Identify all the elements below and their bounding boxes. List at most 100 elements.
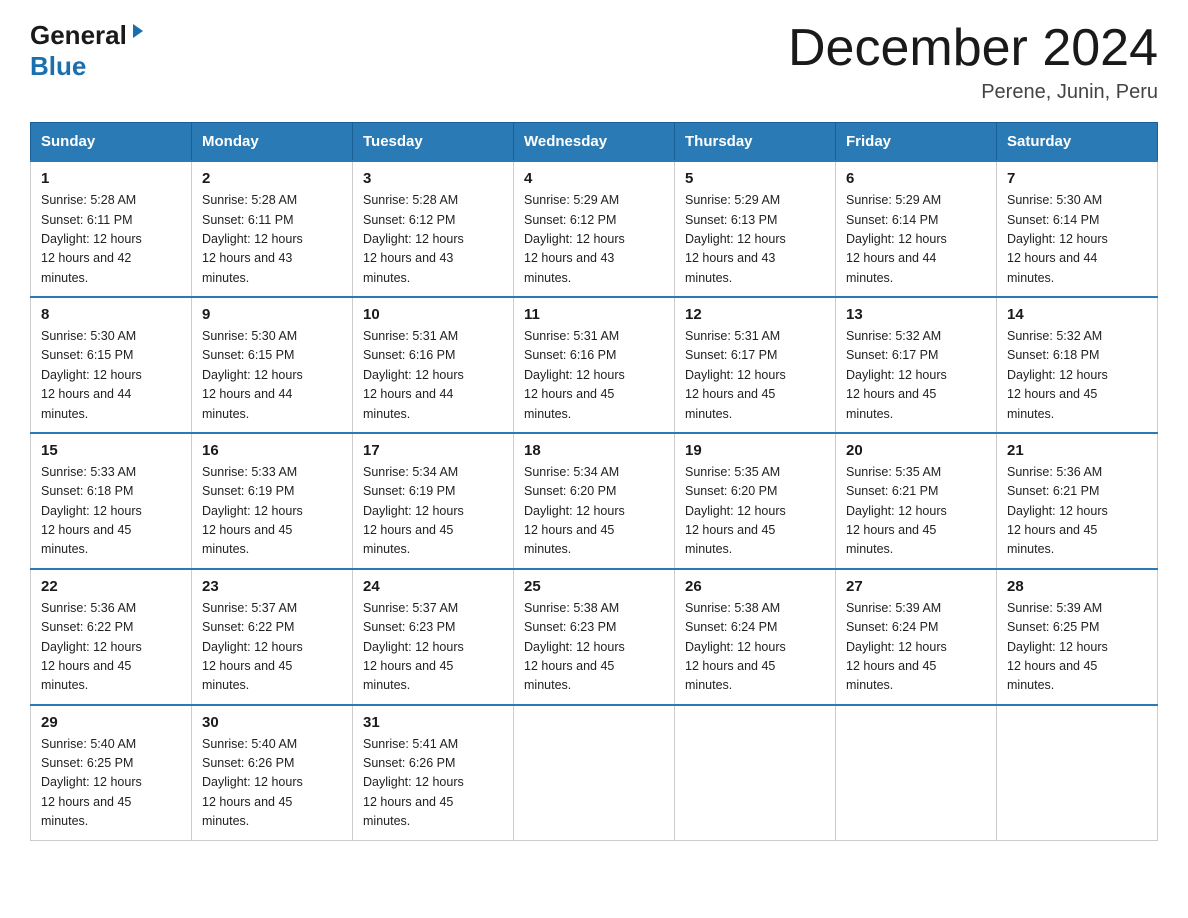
calendar-cell: 27 Sunrise: 5:39 AMSunset: 6:24 PMDayligh…	[836, 569, 997, 705]
day-info: Sunrise: 5:35 AMSunset: 6:21 PMDaylight:…	[846, 463, 986, 560]
day-info: Sunrise: 5:30 AMSunset: 6:15 PMDaylight:…	[202, 327, 342, 424]
day-number: 2	[202, 170, 342, 187]
day-info: Sunrise: 5:36 AMSunset: 6:22 PMDaylight:…	[41, 599, 181, 696]
day-number: 14	[1007, 306, 1147, 323]
day-number: 12	[685, 306, 825, 323]
day-info: Sunrise: 5:40 AMSunset: 6:25 PMDaylight:…	[41, 735, 181, 832]
calendar-cell: 5Sunrise: 5:29 AMSunset: 6:13 PMDaylight…	[675, 161, 836, 297]
day-number: 7	[1007, 170, 1147, 187]
calendar-cell	[836, 705, 997, 840]
calendar-table: SundayMondayTuesdayWednesdayThursdayFrid…	[30, 122, 1158, 840]
calendar-cell: 10 Sunrise: 5:31 AMSunset: 6:16 PMDayligh…	[353, 297, 514, 433]
day-info: Sunrise: 5:32 AMSunset: 6:17 PMDaylight:…	[846, 327, 986, 424]
page-title: December 2024	[788, 20, 1158, 77]
day-number: 4	[524, 170, 664, 187]
calendar-cell: 26 Sunrise: 5:38 AMSunset: 6:24 PMDayligh…	[675, 569, 836, 705]
day-number: 25	[524, 578, 664, 595]
day-number: 29	[41, 714, 181, 731]
calendar-cell: 28 Sunrise: 5:39 AMSunset: 6:25 PMDayligh…	[997, 569, 1158, 705]
calendar-cell: 16 Sunrise: 5:33 AMSunset: 6:19 PMDayligh…	[192, 433, 353, 569]
subtitle: Perene, Junin, Peru	[788, 81, 1158, 104]
day-number: 11	[524, 306, 664, 323]
day-info: Sunrise: 5:31 AMSunset: 6:16 PMDaylight:…	[363, 327, 503, 424]
day-info: Sunrise: 5:39 AMSunset: 6:24 PMDaylight:…	[846, 599, 986, 696]
calendar-cell: 19Sunrise: 5:35 AMSunset: 6:20 PMDayligh…	[675, 433, 836, 569]
calendar-cell: 3Sunrise: 5:28 AMSunset: 6:12 PMDaylight…	[353, 161, 514, 297]
day-info: Sunrise: 5:30 AMSunset: 6:15 PMDaylight:…	[41, 327, 181, 424]
calendar-cell: 31 Sunrise: 5:41 AMSunset: 6:26 PMDayligh…	[353, 705, 514, 840]
day-info: Sunrise: 5:41 AMSunset: 6:26 PMDaylight:…	[363, 735, 503, 832]
day-info: Sunrise: 5:36 AMSunset: 6:21 PMDaylight:…	[1007, 463, 1147, 560]
day-number: 5	[685, 170, 825, 187]
day-number: 1	[41, 170, 181, 187]
day-info: Sunrise: 5:39 AMSunset: 6:25 PMDaylight:…	[1007, 599, 1147, 696]
calendar-cell: 6Sunrise: 5:29 AMSunset: 6:14 PMDaylight…	[836, 161, 997, 297]
day-number: 27	[846, 578, 986, 595]
calendar-cell: 1 Sunrise: 5:28 AMSunset: 6:11 PMDaylight…	[31, 161, 192, 297]
day-info: Sunrise: 5:34 AMSunset: 6:20 PMDaylight:…	[524, 463, 664, 560]
calendar-week-row: 8 Sunrise: 5:30 AMSunset: 6:15 PMDaylight…	[31, 297, 1158, 433]
day-info: Sunrise: 5:32 AMSunset: 6:18 PMDaylight:…	[1007, 327, 1147, 424]
day-info: Sunrise: 5:34 AMSunset: 6:19 PMDaylight:…	[363, 463, 503, 560]
calendar-header-row: SundayMondayTuesdayWednesdayThursdayFrid…	[31, 123, 1158, 162]
logo-arrow-icon	[129, 22, 147, 45]
calendar-cell: 24Sunrise: 5:37 AMSunset: 6:23 PMDayligh…	[353, 569, 514, 705]
day-number: 9	[202, 306, 342, 323]
day-number: 21	[1007, 442, 1147, 459]
calendar-week-row: 22 Sunrise: 5:36 AMSunset: 6:22 PMDayligh…	[31, 569, 1158, 705]
calendar-cell	[675, 705, 836, 840]
day-info: Sunrise: 5:40 AMSunset: 6:26 PMDaylight:…	[202, 735, 342, 832]
column-header-monday: Monday	[192, 123, 353, 162]
calendar-cell: 7Sunrise: 5:30 AMSunset: 6:14 PMDaylight…	[997, 161, 1158, 297]
calendar-cell: 14 Sunrise: 5:32 AMSunset: 6:18 PMDayligh…	[997, 297, 1158, 433]
day-number: 17	[363, 442, 503, 459]
day-info: Sunrise: 5:31 AMSunset: 6:17 PMDaylight:…	[685, 327, 825, 424]
logo-blue: Blue	[30, 51, 86, 82]
page-header: General Blue December 2024 Perene, Junin…	[30, 20, 1158, 104]
day-info: Sunrise: 5:38 AMSunset: 6:23 PMDaylight:…	[524, 599, 664, 696]
day-info: Sunrise: 5:28 AMSunset: 6:11 PMDaylight:…	[41, 191, 181, 288]
day-info: Sunrise: 5:33 AMSunset: 6:18 PMDaylight:…	[41, 463, 181, 560]
calendar-cell	[997, 705, 1158, 840]
calendar-cell: 13 Sunrise: 5:32 AMSunset: 6:17 PMDayligh…	[836, 297, 997, 433]
day-number: 26	[685, 578, 825, 595]
day-number: 22	[41, 578, 181, 595]
calendar-cell: 2Sunrise: 5:28 AMSunset: 6:11 PMDaylight…	[192, 161, 353, 297]
day-number: 8	[41, 306, 181, 323]
calendar-cell: 29 Sunrise: 5:40 AMSunset: 6:25 PMDayligh…	[31, 705, 192, 840]
day-number: 16	[202, 442, 342, 459]
day-number: 10	[363, 306, 503, 323]
calendar-cell	[514, 705, 675, 840]
title-area: December 2024 Perene, Junin, Peru	[788, 20, 1158, 104]
day-number: 15	[41, 442, 181, 459]
day-info: Sunrise: 5:37 AMSunset: 6:22 PMDaylight:…	[202, 599, 342, 696]
logo: General Blue	[30, 20, 147, 82]
calendar-cell: 11 Sunrise: 5:31 AMSunset: 6:16 PMDayligh…	[514, 297, 675, 433]
column-header-saturday: Saturday	[997, 123, 1158, 162]
day-number: 24	[363, 578, 503, 595]
calendar-cell: 9 Sunrise: 5:30 AMSunset: 6:15 PMDaylight…	[192, 297, 353, 433]
calendar-cell: 18Sunrise: 5:34 AMSunset: 6:20 PMDayligh…	[514, 433, 675, 569]
column-header-thursday: Thursday	[675, 123, 836, 162]
calendar-cell: 22 Sunrise: 5:36 AMSunset: 6:22 PMDayligh…	[31, 569, 192, 705]
day-info: Sunrise: 5:29 AMSunset: 6:12 PMDaylight:…	[524, 191, 664, 288]
calendar-cell: 21 Sunrise: 5:36 AMSunset: 6:21 PMDayligh…	[997, 433, 1158, 569]
day-number: 28	[1007, 578, 1147, 595]
calendar-cell: 25 Sunrise: 5:38 AMSunset: 6:23 PMDayligh…	[514, 569, 675, 705]
calendar-cell: 20 Sunrise: 5:35 AMSunset: 6:21 PMDayligh…	[836, 433, 997, 569]
day-number: 31	[363, 714, 503, 731]
day-number: 20	[846, 442, 986, 459]
day-number: 19	[685, 442, 825, 459]
day-info: Sunrise: 5:31 AMSunset: 6:16 PMDaylight:…	[524, 327, 664, 424]
day-number: 30	[202, 714, 342, 731]
calendar-cell: 12 Sunrise: 5:31 AMSunset: 6:17 PMDayligh…	[675, 297, 836, 433]
day-number: 13	[846, 306, 986, 323]
calendar-cell: 17 Sunrise: 5:34 AMSunset: 6:19 PMDayligh…	[353, 433, 514, 569]
calendar-cell: 4 Sunrise: 5:29 AMSunset: 6:12 PMDaylight…	[514, 161, 675, 297]
day-info: Sunrise: 5:38 AMSunset: 6:24 PMDaylight:…	[685, 599, 825, 696]
calendar-week-row: 1 Sunrise: 5:28 AMSunset: 6:11 PMDaylight…	[31, 161, 1158, 297]
calendar-cell: 30 Sunrise: 5:40 AMSunset: 6:26 PMDayligh…	[192, 705, 353, 840]
column-header-wednesday: Wednesday	[514, 123, 675, 162]
logo-general: General	[30, 20, 127, 51]
day-info: Sunrise: 5:33 AMSunset: 6:19 PMDaylight:…	[202, 463, 342, 560]
